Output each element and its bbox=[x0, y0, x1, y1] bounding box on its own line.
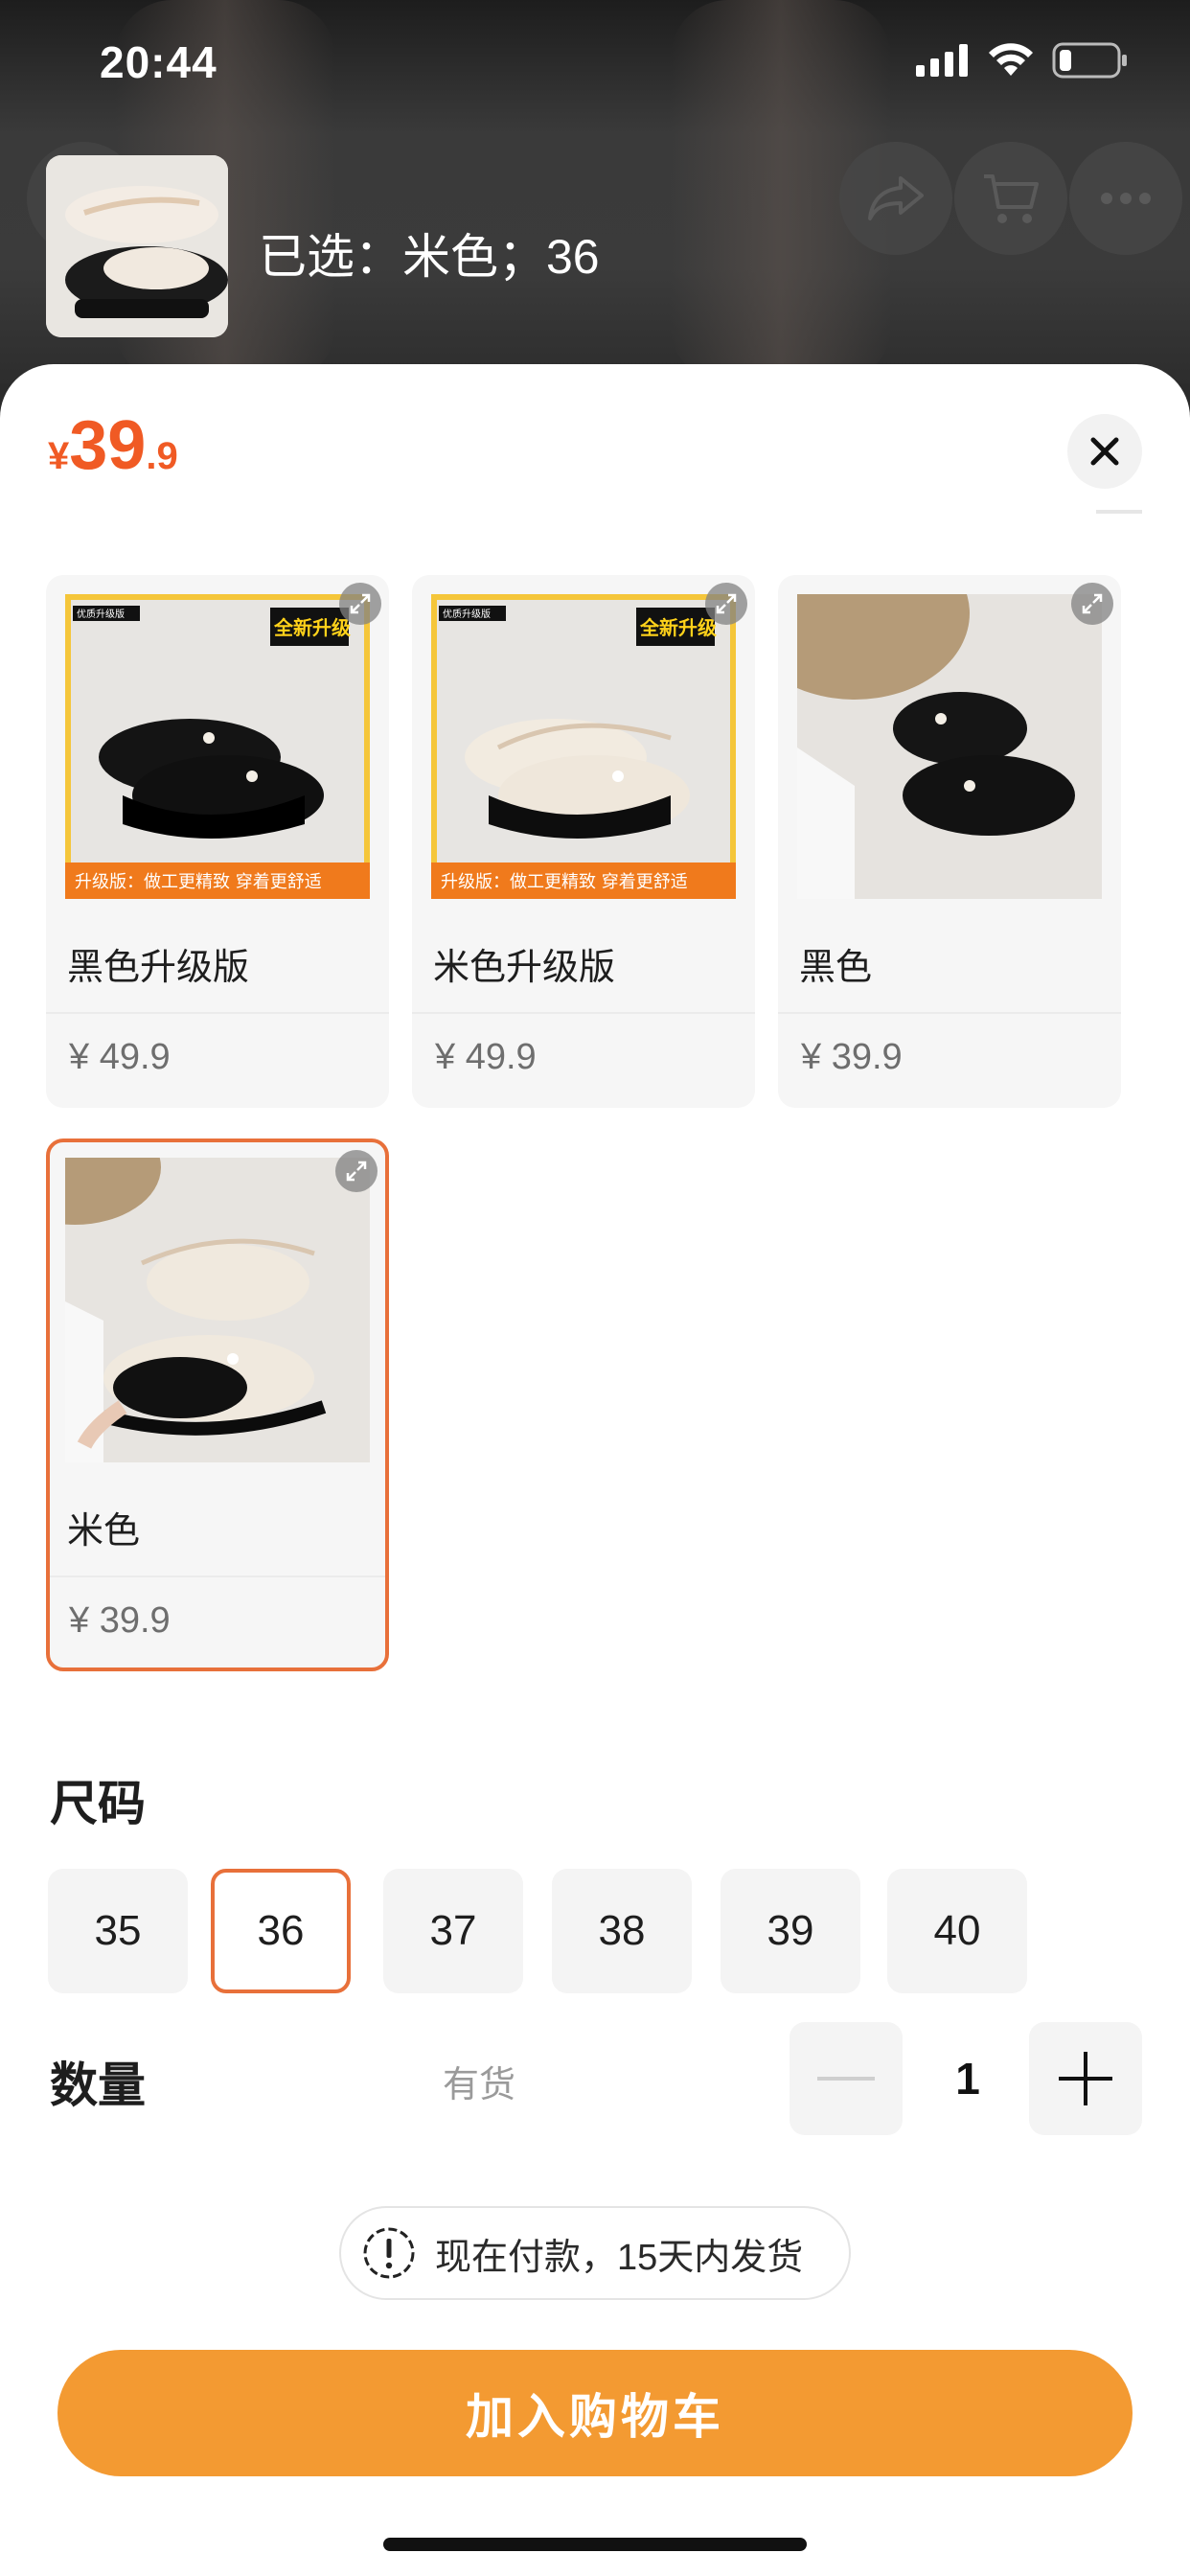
share-icon bbox=[868, 176, 924, 220]
size-option[interactable]: 38 bbox=[552, 1869, 692, 1993]
price-currency: ¥ bbox=[48, 435, 70, 477]
banner-text: 升级版：做工更精致 穿着更舒适 bbox=[441, 872, 688, 892]
color-option-card[interactable]: 优质升级版 全新升级 升级版：做工更精致 穿着更舒适 米色升级版 ¥ 49.9 bbox=[412, 575, 755, 1108]
expand-icon bbox=[1082, 593, 1103, 614]
badge-big-text: 全新升级 bbox=[273, 616, 351, 639]
card-divider bbox=[778, 1012, 1121, 1014]
color-option-card[interactable]: 优质升级版 全新升级 升级版：做工更精致 穿着更舒适 黑色升级版 ¥ 49.9 bbox=[46, 575, 389, 1108]
selected-variant-thumbnail bbox=[46, 155, 228, 337]
close-icon bbox=[1090, 437, 1119, 466]
close-button[interactable] bbox=[1067, 414, 1142, 489]
size-option[interactable]: 37 bbox=[383, 1869, 523, 1993]
expand-icon bbox=[350, 593, 371, 614]
color-option-price: ¥ 49.9 bbox=[435, 1037, 537, 1077]
status-icons bbox=[916, 42, 1129, 79]
color-option-name: 米色升级版 bbox=[433, 948, 616, 988]
stock-status: 有货 bbox=[443, 2065, 516, 2105]
expand-image-button[interactable] bbox=[335, 1150, 378, 1192]
badge-small-text: 优质升级版 bbox=[77, 608, 125, 620]
more-icon bbox=[1101, 193, 1151, 204]
plus-icon bbox=[1059, 2052, 1112, 2105]
cart-icon bbox=[984, 174, 1039, 223]
share-button[interactable] bbox=[839, 142, 952, 255]
selected-summary: 已选：米色；36 bbox=[259, 230, 600, 284]
card-divider bbox=[412, 1012, 755, 1014]
signal-icon bbox=[916, 44, 968, 77]
card-divider bbox=[50, 1576, 385, 1577]
scroll-indicator bbox=[1096, 510, 1142, 514]
wifi-icon bbox=[989, 43, 1033, 76]
color-option-card-selected[interactable]: 米色 ¥ 39.9 bbox=[46, 1138, 389, 1671]
shoe-thumbnail-image bbox=[46, 155, 228, 337]
expand-image-button[interactable] bbox=[1071, 583, 1113, 625]
shipping-notice: 现在付款，15天内发货 bbox=[339, 2206, 851, 2300]
home-indicator bbox=[383, 2538, 807, 2551]
color-option-price: ¥ 39.9 bbox=[69, 1600, 171, 1641]
color-option-name: 黑色 bbox=[799, 948, 873, 988]
expand-icon bbox=[346, 1161, 367, 1182]
quantity-increase-button[interactable] bbox=[1029, 2022, 1142, 2135]
banner-text: 升级版：做工更精致 穿着更舒适 bbox=[75, 872, 322, 892]
cart-button[interactable] bbox=[954, 142, 1067, 255]
size-option[interactable]: 39 bbox=[721, 1869, 860, 1993]
current-price: ¥39.9 bbox=[48, 406, 178, 485]
price-decimal: .9 bbox=[146, 435, 178, 477]
minus-icon bbox=[817, 2077, 875, 2081]
badge-big-text: 全新升级 bbox=[639, 616, 717, 639]
color-option-image bbox=[65, 1158, 370, 1462]
quantity-label: 数量 bbox=[50, 2058, 146, 2112]
color-option-image bbox=[797, 594, 1102, 899]
size-option[interactable]: 40 bbox=[887, 1869, 1027, 1993]
expand-image-button[interactable] bbox=[705, 583, 747, 625]
color-option-name: 黑色升级版 bbox=[67, 948, 250, 988]
exclamation-icon bbox=[363, 2227, 415, 2279]
sku-selection-sheet: ¥39.9 优质升级版 全新升级 升级版：做工更精致 穿着更舒适 黑色升级版 ¥… bbox=[0, 364, 1190, 2576]
quantity-decrease-button[interactable] bbox=[790, 2022, 903, 2135]
card-divider bbox=[46, 1012, 389, 1014]
price-integer: 39 bbox=[69, 407, 147, 484]
color-option-image: 优质升级版 全新升级 升级版：做工更精致 穿着更舒适 bbox=[431, 594, 736, 899]
more-button[interactable] bbox=[1069, 142, 1182, 255]
color-option-card[interactable]: 黑色 ¥ 39.9 bbox=[778, 575, 1121, 1108]
battery-icon bbox=[1052, 42, 1127, 79]
shipping-notice-text: 现在付款，15天内发货 bbox=[435, 2237, 804, 2278]
size-label: 尺码 bbox=[50, 1777, 146, 1830]
quantity-value[interactable]: 1 bbox=[939, 2053, 996, 2104]
color-option-name: 米色 bbox=[67, 1511, 141, 1552]
add-to-cart-button[interactable]: 加入购物车 bbox=[57, 2350, 1133, 2476]
size-option[interactable]: 35 bbox=[48, 1869, 188, 1993]
expand-image-button[interactable] bbox=[339, 583, 381, 625]
color-option-price: ¥ 39.9 bbox=[801, 1037, 903, 1077]
badge-small-text: 优质升级版 bbox=[443, 608, 491, 620]
status-time: 20:44 bbox=[100, 37, 217, 87]
color-option-price: ¥ 49.9 bbox=[69, 1037, 171, 1077]
color-option-image: 优质升级版 全新升级 升级版：做工更精致 穿着更舒适 bbox=[65, 594, 370, 899]
expand-icon bbox=[716, 593, 737, 614]
size-option-selected[interactable]: 36 bbox=[211, 1869, 351, 1993]
